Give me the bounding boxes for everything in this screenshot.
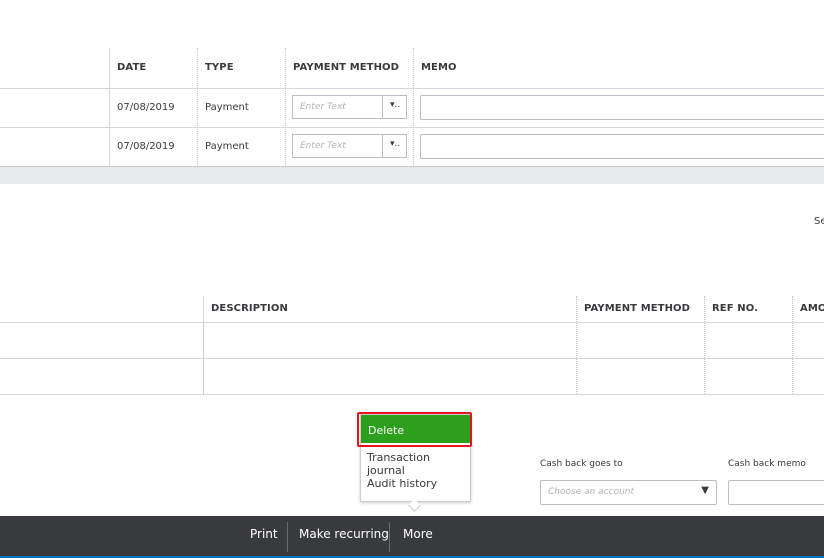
column-divider	[413, 48, 414, 166]
row-divider	[0, 127, 824, 128]
row-divider	[0, 358, 824, 359]
dropdown-button[interactable]: ▾..	[382, 96, 406, 118]
row-divider	[0, 88, 824, 89]
footer-divider	[389, 522, 390, 552]
chevron-down-icon: ▾..	[390, 100, 401, 110]
header-description[interactable]: DESCRIPTION	[211, 303, 288, 314]
header-type[interactable]: TYPE	[205, 62, 234, 73]
more-button[interactable]: More	[403, 527, 433, 541]
memo-input[interactable]	[420, 95, 824, 120]
footer-bar: Print Make recurring More	[0, 516, 824, 558]
header-payment-method[interactable]: PAYMENT METHOD	[293, 62, 399, 73]
payment-method-placeholder: Enter Text	[300, 102, 346, 112]
type-cell: Payment	[205, 102, 249, 113]
column-divider	[109, 48, 110, 166]
transaction-journal-menu-item[interactable]: Transaction journal	[361, 445, 470, 477]
make-recurring-button[interactable]: Make recurring	[299, 527, 389, 541]
payment-method-placeholder: Enter Text	[300, 141, 346, 151]
column-divider	[197, 48, 198, 166]
header-ref-no[interactable]: REF NO.	[712, 303, 758, 314]
focus-highlight	[357, 412, 472, 447]
payment-method-dropdown[interactable]: Enter Text ▾..	[292, 95, 407, 119]
cash-back-memo-label: Cash back memo	[728, 459, 806, 469]
date-cell: 07/08/2019	[117, 102, 175, 113]
column-divider	[704, 296, 705, 394]
chevron-down-icon: ▼	[701, 485, 709, 496]
row-divider	[0, 394, 824, 395]
payment-method-dropdown[interactable]: Enter Text ▾..	[292, 134, 407, 158]
chevron-down-icon: ▾..	[390, 139, 401, 149]
cash-back-account-dropdown[interactable]: Choose an account ▼	[540, 480, 717, 505]
cash-back-goes-to-label: Cash back goes to	[540, 459, 623, 469]
header-date[interactable]: DATE	[117, 62, 146, 73]
cash-back-memo-input[interactable]	[728, 480, 824, 505]
horizontal-scrollbar[interactable]	[0, 167, 824, 184]
column-divider	[576, 296, 577, 394]
date-cell: 07/08/2019	[117, 141, 175, 152]
footer-divider	[287, 522, 288, 552]
header-amount[interactable]: AMO	[800, 303, 824, 314]
column-divider	[792, 296, 793, 394]
type-cell: Payment	[205, 141, 249, 152]
account-placeholder: Choose an account	[548, 487, 635, 497]
print-button[interactable]: Print	[250, 527, 278, 541]
header-payment-method[interactable]: PAYMENT METHOD	[584, 303, 690, 314]
truncated-label: Se	[814, 216, 824, 227]
audit-history-label: Audit history	[367, 477, 438, 490]
dropdown-button[interactable]: ▾..	[382, 135, 406, 157]
column-divider	[285, 48, 286, 166]
row-divider	[0, 322, 824, 323]
memo-input[interactable]	[420, 134, 824, 159]
audit-history-menu-item[interactable]: Audit history	[361, 471, 470, 495]
header-memo[interactable]: MEMO	[421, 62, 457, 73]
